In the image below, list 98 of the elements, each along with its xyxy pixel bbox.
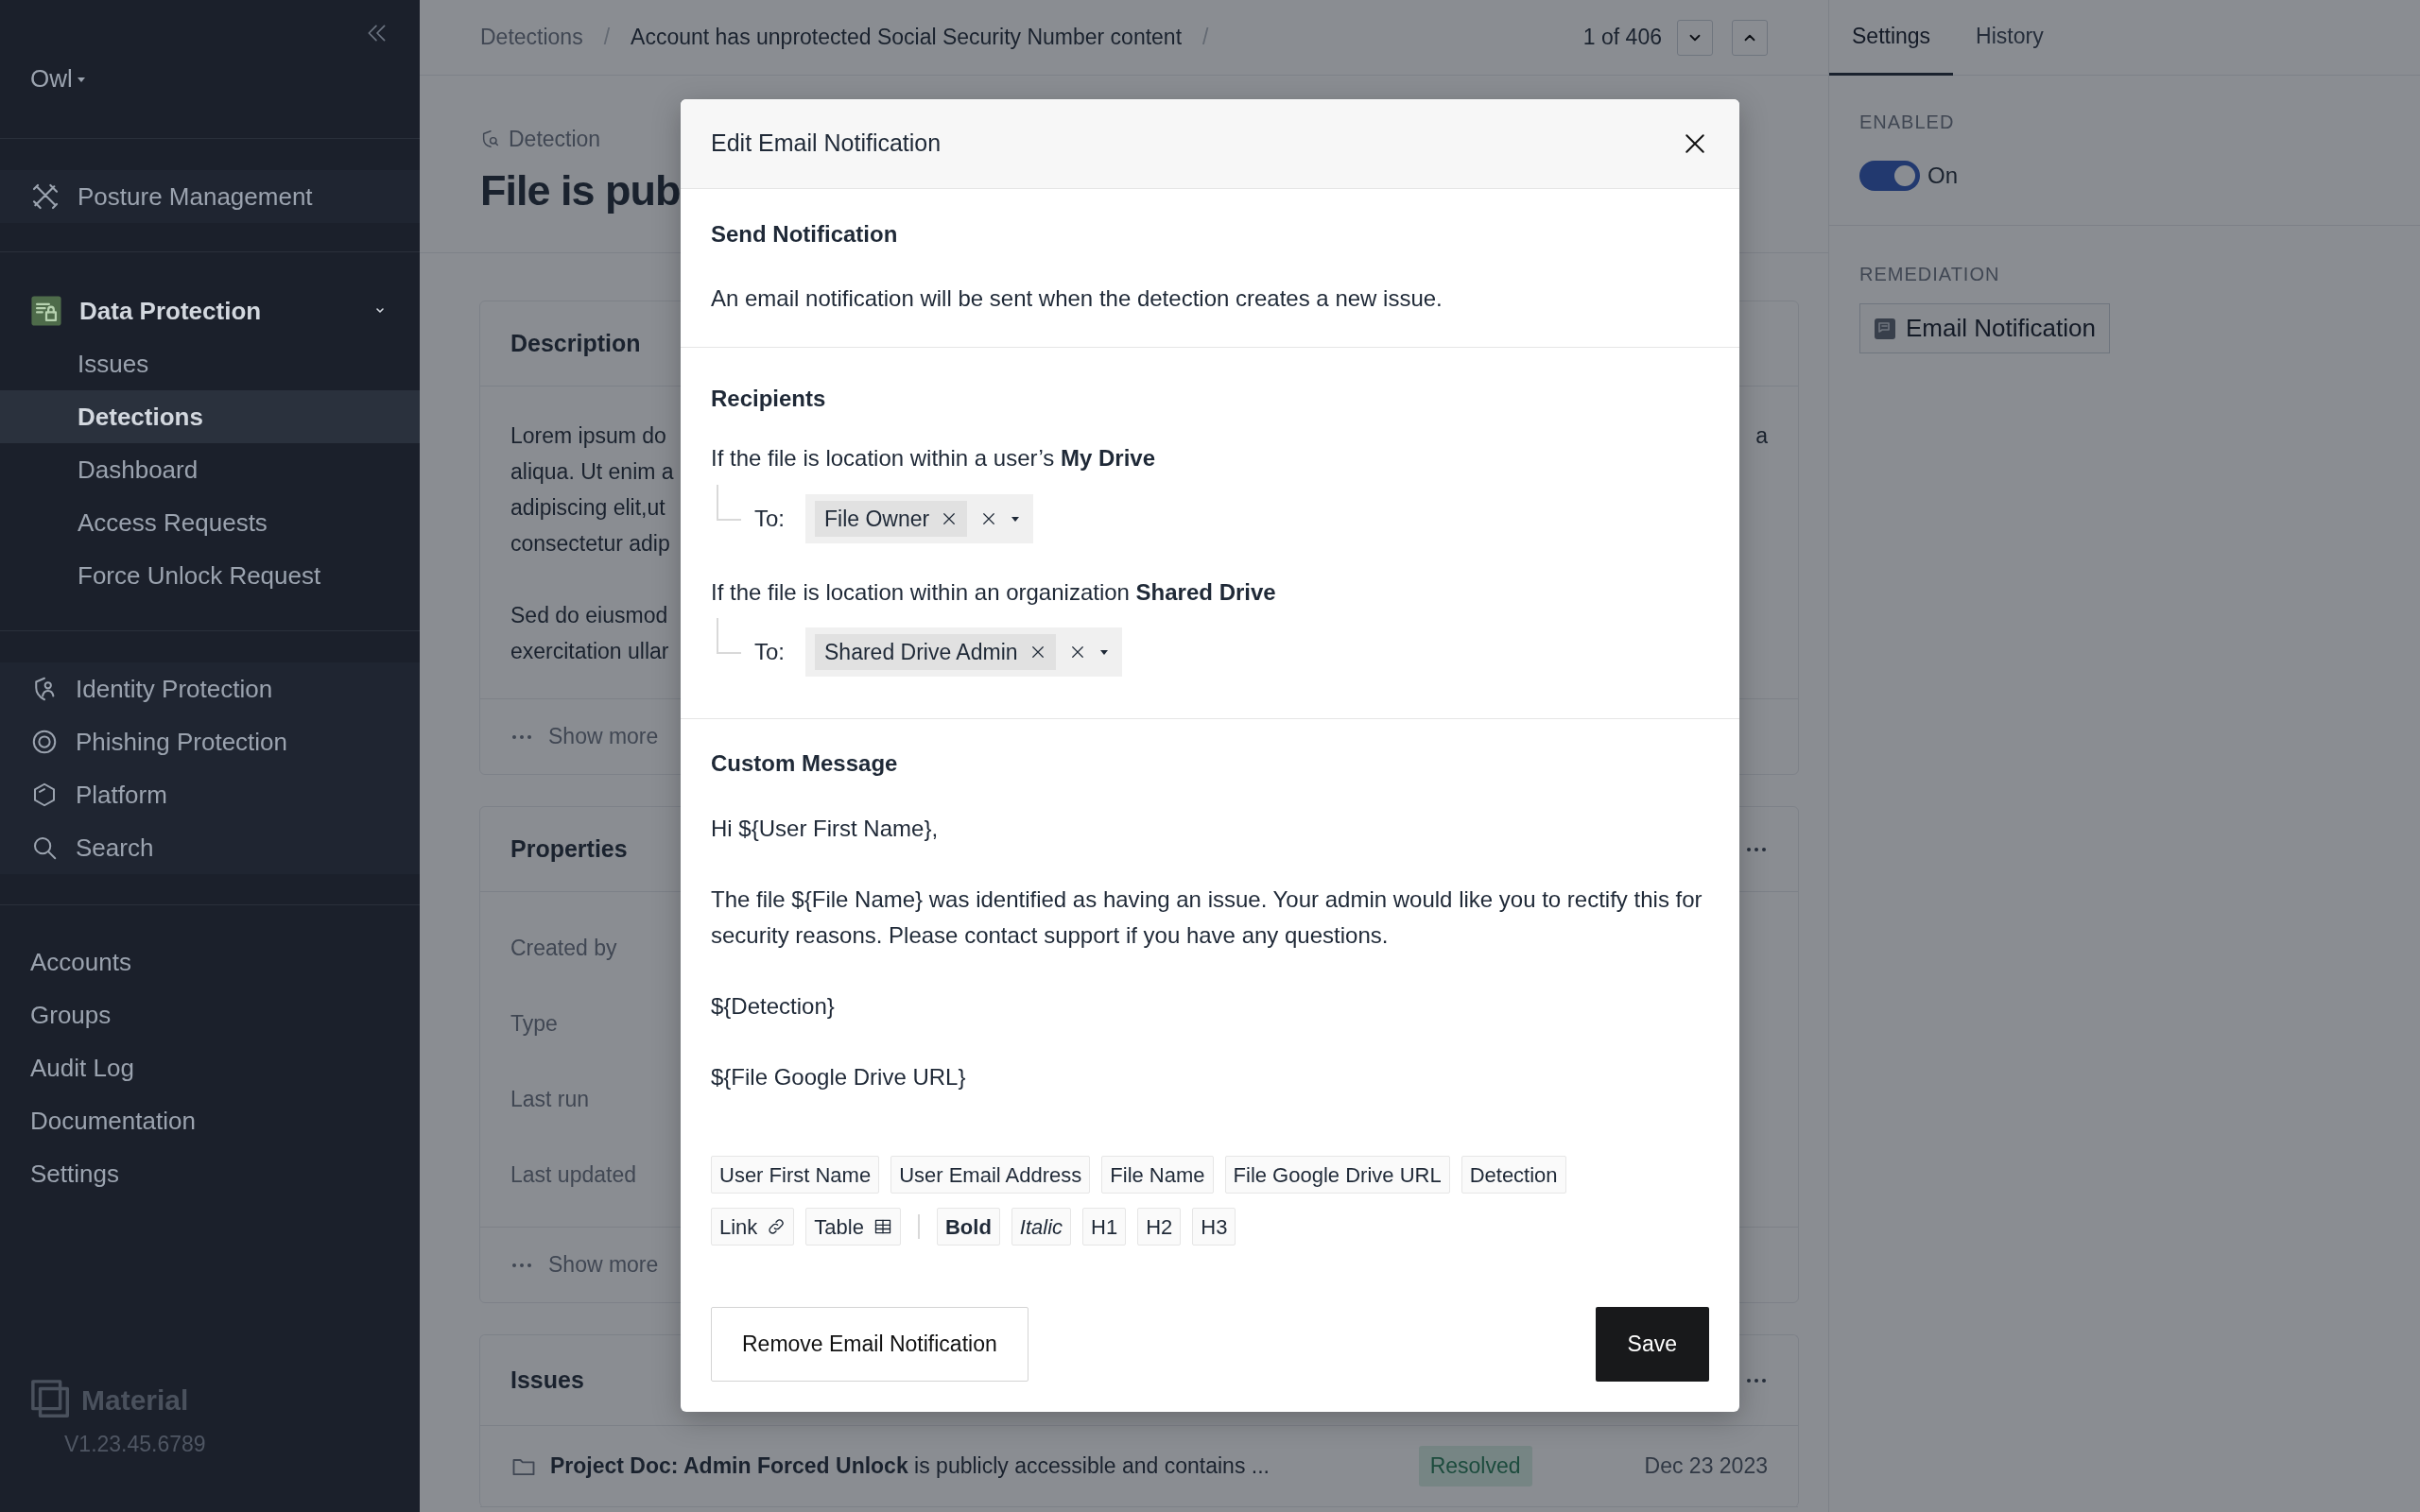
description-text: Lorem ipsum do (510, 422, 666, 450)
recipient-chip[interactable]: File Owner (815, 501, 968, 537)
more-button[interactable] (1745, 845, 1768, 853)
variable-chip[interactable]: Detection (1461, 1156, 1566, 1194)
format-button[interactable]: H3 (1192, 1208, 1236, 1246)
recipient-select[interactable]: File Owner (805, 494, 1034, 543)
description-text: Sed do eiusmod (510, 602, 668, 629)
section-title: Custom Message (711, 750, 899, 777)
more-icon (510, 1261, 533, 1269)
target-icon (30, 728, 59, 756)
nav-item[interactable]: Search (0, 821, 420, 874)
nav-item[interactable]: Documentation (0, 1094, 420, 1147)
more-button[interactable] (1745, 1376, 1768, 1384)
shield-search-icon (480, 129, 501, 150)
page-title: File is pub (480, 164, 682, 216)
nav-item[interactable]: Data Protection (0, 284, 420, 337)
tab[interactable]: History (1953, 0, 2066, 76)
card-title: Properties (510, 833, 628, 864)
section-label: REMEDIATION (1859, 263, 2001, 286)
description-text: adipiscing elit,ut (510, 494, 666, 522)
eyebrow-label: Detection (509, 126, 601, 153)
card-title: Issues (510, 1365, 584, 1395)
breadcrumb-separator: / (1202, 24, 1209, 52)
table-icon (873, 1217, 892, 1236)
crossed-tools-icon (30, 181, 60, 212)
condition-text: If the file is location within an organization Shared Drive (711, 578, 1277, 607)
connector-line (717, 485, 741, 521)
section-title: Send Notification (711, 221, 899, 248)
section-label: ENABLED (1859, 111, 1956, 134)
property-label: Created by (510, 934, 617, 962)
property-label: Last run (510, 1085, 590, 1113)
format-button[interactable]: Italic (1011, 1208, 1072, 1246)
card-title: Description (510, 328, 641, 358)
toggle-label: On (1927, 162, 1958, 190)
dropdown-toggle-button[interactable] (1098, 647, 1109, 657)
more-icon (1745, 1376, 1768, 1384)
variable-chip[interactable]: File Google Drive URL (1224, 1156, 1450, 1194)
property-label: Last updated (510, 1160, 636, 1189)
nav-item[interactable]: Force Unlock Request (0, 549, 420, 602)
nav-item[interactable]: Groups (0, 988, 420, 1041)
issue-date: Dec 23 2023 (1644, 1452, 1768, 1481)
nav-item[interactable]: Dashboard (0, 443, 420, 496)
link-icon (767, 1217, 786, 1236)
message-text: ${File Google Drive URL} (711, 1063, 967, 1091)
section-title: Recipients (711, 386, 827, 412)
nav-item[interactable]: Issues (0, 337, 420, 390)
variable-chip[interactable]: File Name (1101, 1156, 1214, 1194)
chat-icon (1874, 317, 1896, 340)
to-label: To: (754, 505, 785, 533)
format-button[interactable]: Bold (936, 1208, 1000, 1246)
recipient-select[interactable]: Shared Drive Admin (805, 627, 1122, 677)
notification-text: An email notification will be sent when the detection creates a new issue. (711, 284, 1443, 313)
nav-item[interactable]: Settings (0, 1147, 420, 1200)
pager-text: 1 of 406 (1582, 24, 1662, 52)
description-text: aliqua. Ut enim a (510, 458, 674, 486)
nav-item[interactable]: Identity Protection (0, 662, 420, 715)
condition-text: If the file is location within a user’s My Drive (711, 444, 1156, 472)
more-icon (510, 732, 533, 741)
caret-icon (1098, 647, 1109, 657)
save-button[interactable]: Save (1595, 1307, 1709, 1382)
caret-icon (1011, 514, 1021, 524)
workspace-dropdown[interactable]: Owl (30, 60, 86, 97)
toggle-switch[interactable] (1859, 161, 1920, 191)
status-badge: Resolved (1418, 1446, 1532, 1486)
folder-lock-icon (30, 295, 62, 327)
nav-item[interactable]: Detections (0, 390, 420, 443)
message-text: Hi ${User First Name}, (711, 815, 940, 843)
format-button[interactable]: H2 (1137, 1208, 1182, 1246)
connector-line (717, 618, 741, 654)
description-text: a (1755, 422, 1768, 450)
nav-item[interactable]: Platform (0, 768, 420, 821)
description-text: exercitation ullar (510, 638, 669, 665)
breadcrumb-separator: / (603, 24, 611, 52)
issue-link[interactable]: Project Doc: Admin Forced Unlock is publicly accessible and contains ... (550, 1450, 1270, 1483)
version-text: V1.23.45.6789 (64, 1430, 207, 1458)
message-text: The file ${File Name} was identified as having an issue. Your admin would like you to rectify this for security reasons. Please contact support if you have any questions. (711, 885, 1703, 950)
tab[interactable]: Settings (1829, 0, 1954, 76)
to-label: To: (754, 638, 785, 666)
dropdown-toggle-button[interactable] (1011, 514, 1021, 524)
recipient-chip[interactable]: Shared Drive Admin (815, 634, 1056, 670)
message-text: ${Detection} (711, 992, 836, 1021)
nav-item[interactable]: Audit Log (0, 1041, 420, 1094)
nav-item[interactable]: Phishing Protection (0, 715, 420, 768)
more-icon (1745, 845, 1768, 853)
description-text: consectetur adip (510, 530, 670, 558)
nav-item[interactable]: Accounts (0, 936, 420, 988)
modal-title: Edit Email Notification (711, 129, 942, 159)
format-button[interactable]: H1 (1082, 1208, 1127, 1246)
insert-table-button[interactable]: Table (805, 1208, 901, 1246)
insert-link-button[interactable]: Link (711, 1208, 795, 1246)
variable-chip[interactable]: User First Name (711, 1156, 880, 1194)
remove-button[interactable]: Remove Email Notification (711, 1307, 1028, 1382)
property-label: Type (510, 1009, 558, 1038)
variable-chip[interactable]: User Email Address (890, 1156, 1091, 1194)
remediation-button[interactable]: Email Notification (1859, 303, 2110, 353)
nav-item[interactable]: Posture Management (0, 170, 420, 223)
nav-item[interactable]: Access Requests (0, 496, 420, 549)
breadcrumb-link[interactable]: Account has unprotected Social Security Number content (631, 21, 1183, 54)
